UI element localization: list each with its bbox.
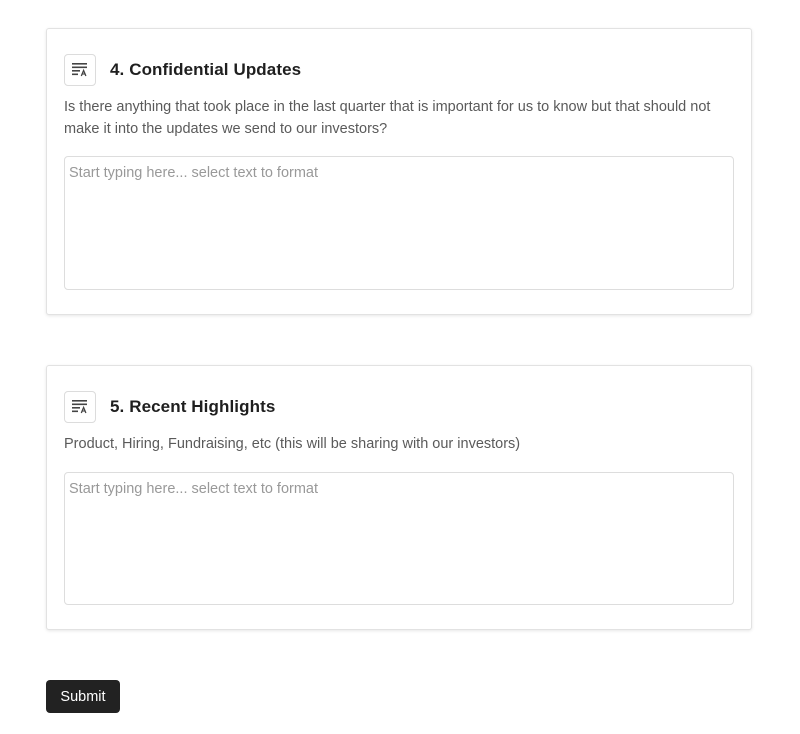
question-header: 4. Confidential Updates (64, 54, 301, 86)
submit-button[interactable]: Submit (46, 680, 120, 713)
question-title: 4. Confidential Updates (110, 60, 302, 79)
question-description: Product, Hiring, Fundraising, etc (this … (64, 436, 521, 452)
long-text-icon (64, 391, 96, 423)
confidential-updates-editor[interactable]: Start typing here... select text to form… (64, 156, 734, 290)
question-header: 5. Recent Highlights (64, 391, 275, 423)
recent-highlights-editor[interactable]: Start typing here... select text to form… (64, 472, 734, 605)
form-page: 4. Confidential Updates Is there anythin… (0, 0, 800, 734)
question-card-confidential-updates: 4. Confidential Updates Is there anythin… (46, 28, 752, 315)
question-description: Is there anything that took place in the… (64, 99, 711, 137)
question-title: 5. Recent Highlights (110, 397, 276, 416)
long-text-icon (64, 54, 96, 86)
question-card-recent-highlights: 5. Recent Highlights Product, Hiring, Fu… (46, 365, 752, 630)
